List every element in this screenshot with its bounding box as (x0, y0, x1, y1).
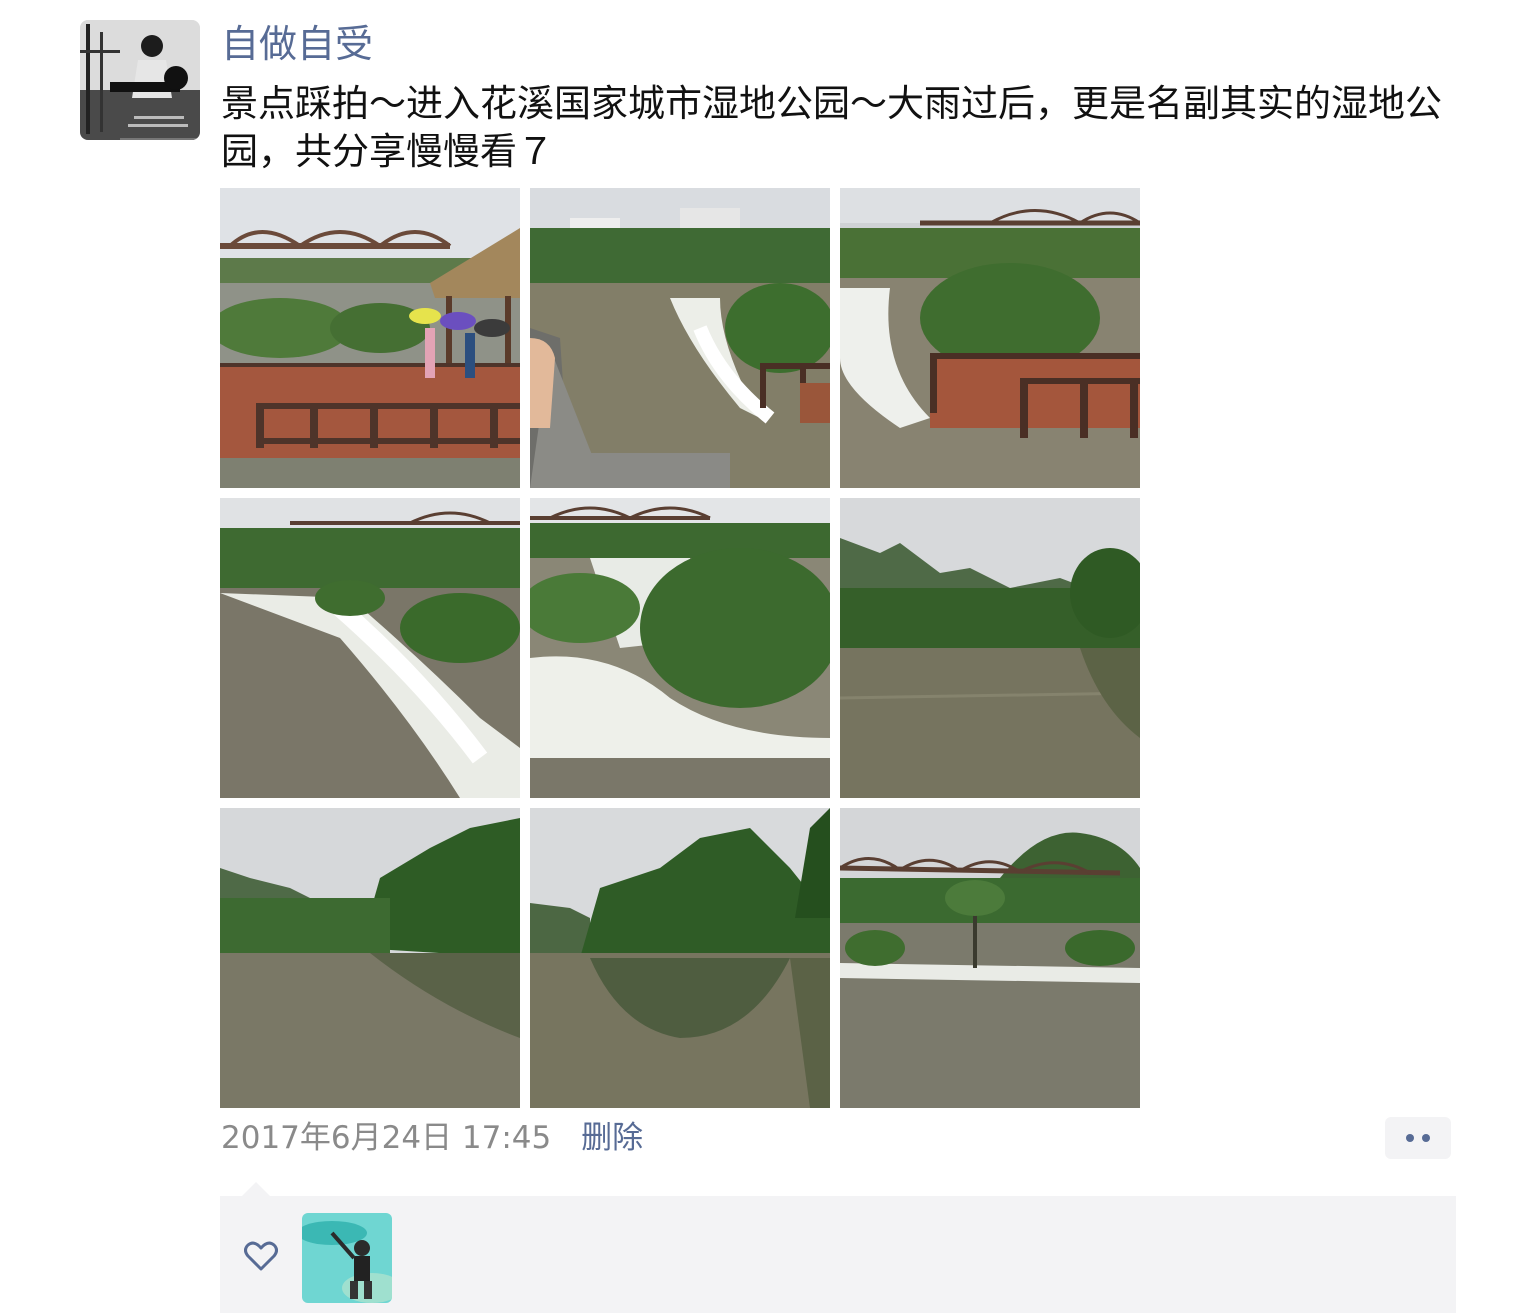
photo-flooded-weir[interactable] (220, 498, 520, 798)
photo-white-water[interactable] (530, 498, 830, 798)
photo-boardwalk-rapids[interactable] (840, 188, 1140, 488)
delete-link[interactable]: 删除 (581, 1120, 643, 1156)
photo-grid (220, 188, 1140, 1108)
post-timestamp: 2017年6月24日 17:45 (221, 1120, 552, 1156)
photo-river-trees[interactable] (220, 808, 520, 1108)
likes-panel (220, 1182, 1456, 1313)
post-text: 景点踩拍～进入花溪国家城市湿地公园～大雨过后，更是名副其实的湿地公园，共分享慢慢… (221, 82, 1442, 173)
more-dots-icon[interactable] (1385, 1117, 1451, 1159)
post-meta: 2017年6月24日 17:45 删除 (221, 1116, 643, 1160)
dot (1422, 1134, 1430, 1142)
author-avatar[interactable] (80, 20, 200, 140)
dot (1406, 1134, 1414, 1142)
photo-bridge-tree[interactable] (840, 808, 1140, 1108)
photo-river-reflection[interactable] (530, 808, 830, 1108)
moment-post: 自做自受 景点踩拍～进入花溪国家城市湿地公园～大雨过后，更是名副其实的湿地公园，… (0, 0, 1536, 1313)
photo-river-hills[interactable] (840, 498, 1140, 798)
heart-icon (244, 1241, 278, 1271)
liker-avatar[interactable] (302, 1213, 392, 1303)
photo-weir-rapids[interactable] (530, 188, 830, 488)
photo-pavilion-bridge[interactable] (220, 188, 520, 488)
author-name[interactable]: 自做自受 (221, 18, 373, 70)
